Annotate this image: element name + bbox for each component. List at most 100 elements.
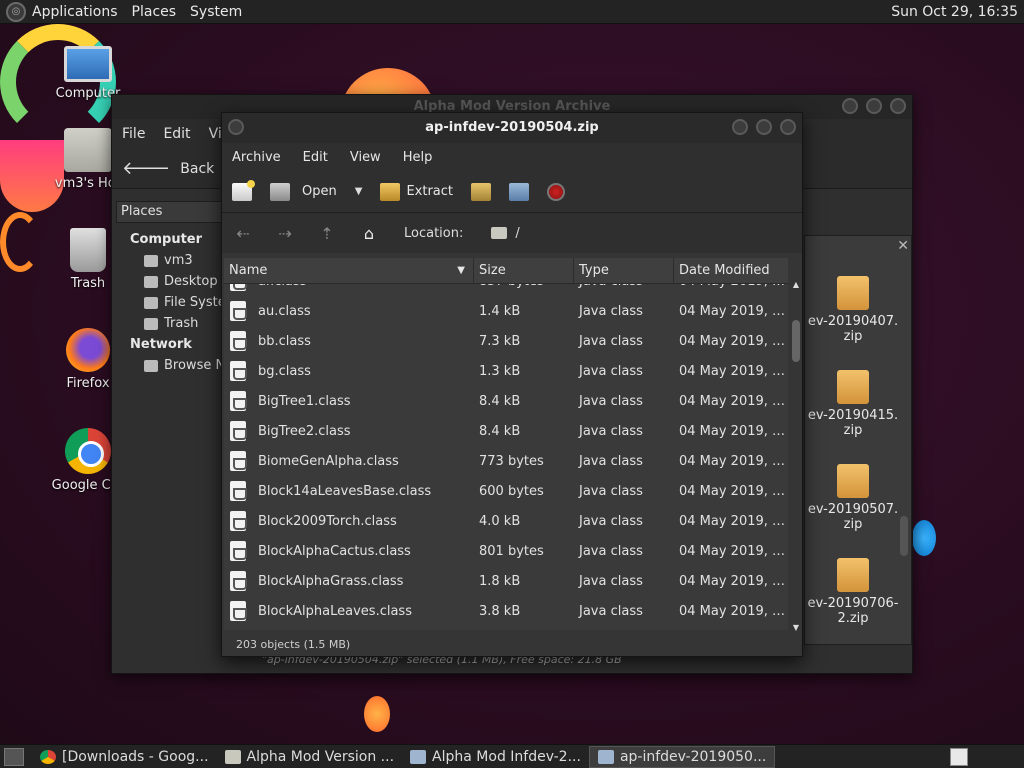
add-folder-button[interactable] [509,182,529,201]
new-archive-button[interactable] [232,179,255,201]
location-field[interactable]: / [491,219,800,247]
minimize-button[interactable] [732,119,748,135]
file-item-zip[interactable]: ev-20190706- 2.zip [805,558,901,626]
stop-button[interactable] [547,182,565,201]
open-dropdown-icon[interactable]: ▼ [355,186,363,197]
cell-date: 04 May 2019, 2... [679,573,788,589]
close-button[interactable] [890,98,906,114]
java-class-file-icon [230,284,247,291]
table-row[interactable]: BigTree1.class 8.4 kB Java class 04 May 201… [224,386,788,416]
panel-clock[interactable]: Sun Oct 29, 16:35 [891,4,1018,20]
table-row[interactable]: BlockAlphaGrass.class 1.8 kB Java class 04 … [224,566,788,596]
zip-archive-icon [837,276,869,310]
cell-size: 8.4 kB [479,393,521,409]
cell-type: Java class [579,393,643,409]
table-row[interactable]: bg.class 1.3 kB Java class 04 May 2019, 2..… [224,356,788,386]
cell-size: 1.8 kB [479,573,521,589]
column-header-type[interactable]: Type [574,258,674,283]
menu-edit[interactable]: Edit [163,126,190,142]
table-row[interactable]: Block2009Torch.class 4.0 kB Java class 04 M… [224,506,788,536]
folder-icon [491,227,508,239]
column-header-size[interactable]: Size [474,258,574,283]
window-title: ap-infdev-20190504.zip [425,120,599,135]
scroll-up-icon[interactable]: ▲ [790,280,802,289]
column-header-name[interactable]: Name ▼ [224,258,474,283]
open-icon [270,182,290,201]
home-icon[interactable]: ⌂ [358,224,380,243]
back-arrow-icon[interactable]: ⇠ [232,224,254,243]
file-item-zip[interactable]: ev-20190407. zip [805,276,901,344]
places-selector[interactable]: Places [116,201,224,223]
menu-applications[interactable]: Applications [32,4,118,20]
file-item-label: ev-20190415. zip [807,408,899,438]
workspace-switcher-1[interactable] [950,747,968,766]
cell-name: BlockAlphaCactus.class [224,541,474,561]
forward-arrow-icon[interactable]: ⇢ [274,224,296,243]
menu-archive[interactable]: Archive [232,150,281,165]
close-button[interactable] [780,119,796,135]
cell-name: bb.class [224,331,474,351]
scrollbar-thumb[interactable] [792,320,800,362]
java-class-file-icon [230,571,247,591]
desktop-icon-computer[interactable]: Computer [40,46,136,101]
table-row[interactable]: ar.class857 bytesJava class04 May 2019, … [224,284,788,296]
menu-system[interactable]: System [190,4,242,20]
column-header-date[interactable]: Date Modified [674,258,788,283]
menu-edit[interactable]: Edit [303,150,328,165]
cell-date: 04 May 2019, 2... [674,284,788,289]
table-row[interactable]: BigTree2.class 8.4 kB Java class 04 May 201… [224,416,788,446]
file-item-zip[interactable]: ev-20190415. zip [805,370,901,438]
show-desktop-icon[interactable] [4,747,24,766]
cell-type: Java class [579,423,643,439]
vertical-scrollbar[interactable]: ▲ ▼ [790,280,802,632]
taskbar-item[interactable]: [Downloads - Goog... [32,746,217,768]
minimize-button[interactable] [842,98,858,114]
close-icon[interactable]: ✕ [897,238,909,254]
sidebar-item-desktop[interactable]: Desktop [116,271,226,292]
sidebar-item-filesystem[interactable]: File Syster [116,292,226,313]
vertical-scrollbar[interactable] [899,256,909,636]
distro-logo-icon[interactable]: ◎ [6,1,26,22]
table-row[interactable]: BlockAlphaCactus.class 801 bytes Java clas… [224,536,788,566]
archive-manager-window[interactable]: ap-infdev-20190504.zip Archive Edit View… [221,112,803,657]
file-item-label: ev-20190706- 2.zip [807,596,899,626]
open-button[interactable]: Open ▼ [270,182,363,201]
cell-type: Java class [579,483,643,499]
taskbar-item[interactable]: Alpha Mod Infdev-2... [402,746,589,768]
up-arrow-icon[interactable]: ⇡ [316,224,338,243]
table-row[interactable]: bb.class 7.3 kB Java class 04 May 2019, 2..… [224,326,788,356]
menu-view[interactable]: View [350,150,381,165]
add-folder-icon [509,182,529,201]
menu-file[interactable]: File [122,126,145,142]
menu-places[interactable]: Places [132,4,177,20]
menu-help[interactable]: Help [403,150,433,165]
menu-view[interactable]: Vi [209,126,222,142]
scrollbar-thumb[interactable] [900,516,908,556]
table-row[interactable]: BiomeGenAlpha.class 773 bytes Java class 04… [224,446,788,476]
sidebar-item-vm3[interactable]: vm3 [116,250,226,271]
maximize-button[interactable] [866,98,882,114]
taskbar-item[interactable]: Alpha Mod Version ... [217,746,403,768]
title-bar[interactable]: ap-infdev-20190504.zip [222,113,802,143]
file-view-pane[interactable]: ✕ ev-20190407. zip ev-20190415. zip ev-2… [804,235,912,645]
extract-button[interactable]: Extract [380,182,453,201]
table-row[interactable]: Block14aLeavesBase.class 600 bytes Java cl… [224,476,788,506]
drive-icon [144,296,158,309]
add-files-button[interactable] [471,182,491,201]
wallpaper-small-blob [364,696,390,732]
table-row[interactable]: au.class 1.4 kB Java class 04 May 2019, 2..… [224,296,788,326]
java-class-file-icon [230,451,247,471]
file-list[interactable]: Name▼ Size Type Date Modified ar.class85… [224,258,788,630]
window-menu-button[interactable] [228,119,244,135]
java-class-file-icon [230,361,247,381]
maximize-button[interactable] [756,119,772,135]
scroll-down-icon[interactable]: ▼ [790,623,802,632]
table-row[interactable]: BlockAlphaLeaves.class 3.8 kB Java class 04… [224,596,788,626]
wallpaper-blue-blob [912,520,936,556]
taskbar-item-active[interactable]: ap-infdev-2019050... [588,745,776,768]
back-button[interactable]: Back [180,161,214,177]
places-label: Places [121,204,163,219]
file-item-zip[interactable]: ev-20190507. zip [805,464,901,532]
sidebar-item-browse-network[interactable]: Browse N [116,355,226,376]
sidebar-item-trash[interactable]: Trash [116,313,226,334]
